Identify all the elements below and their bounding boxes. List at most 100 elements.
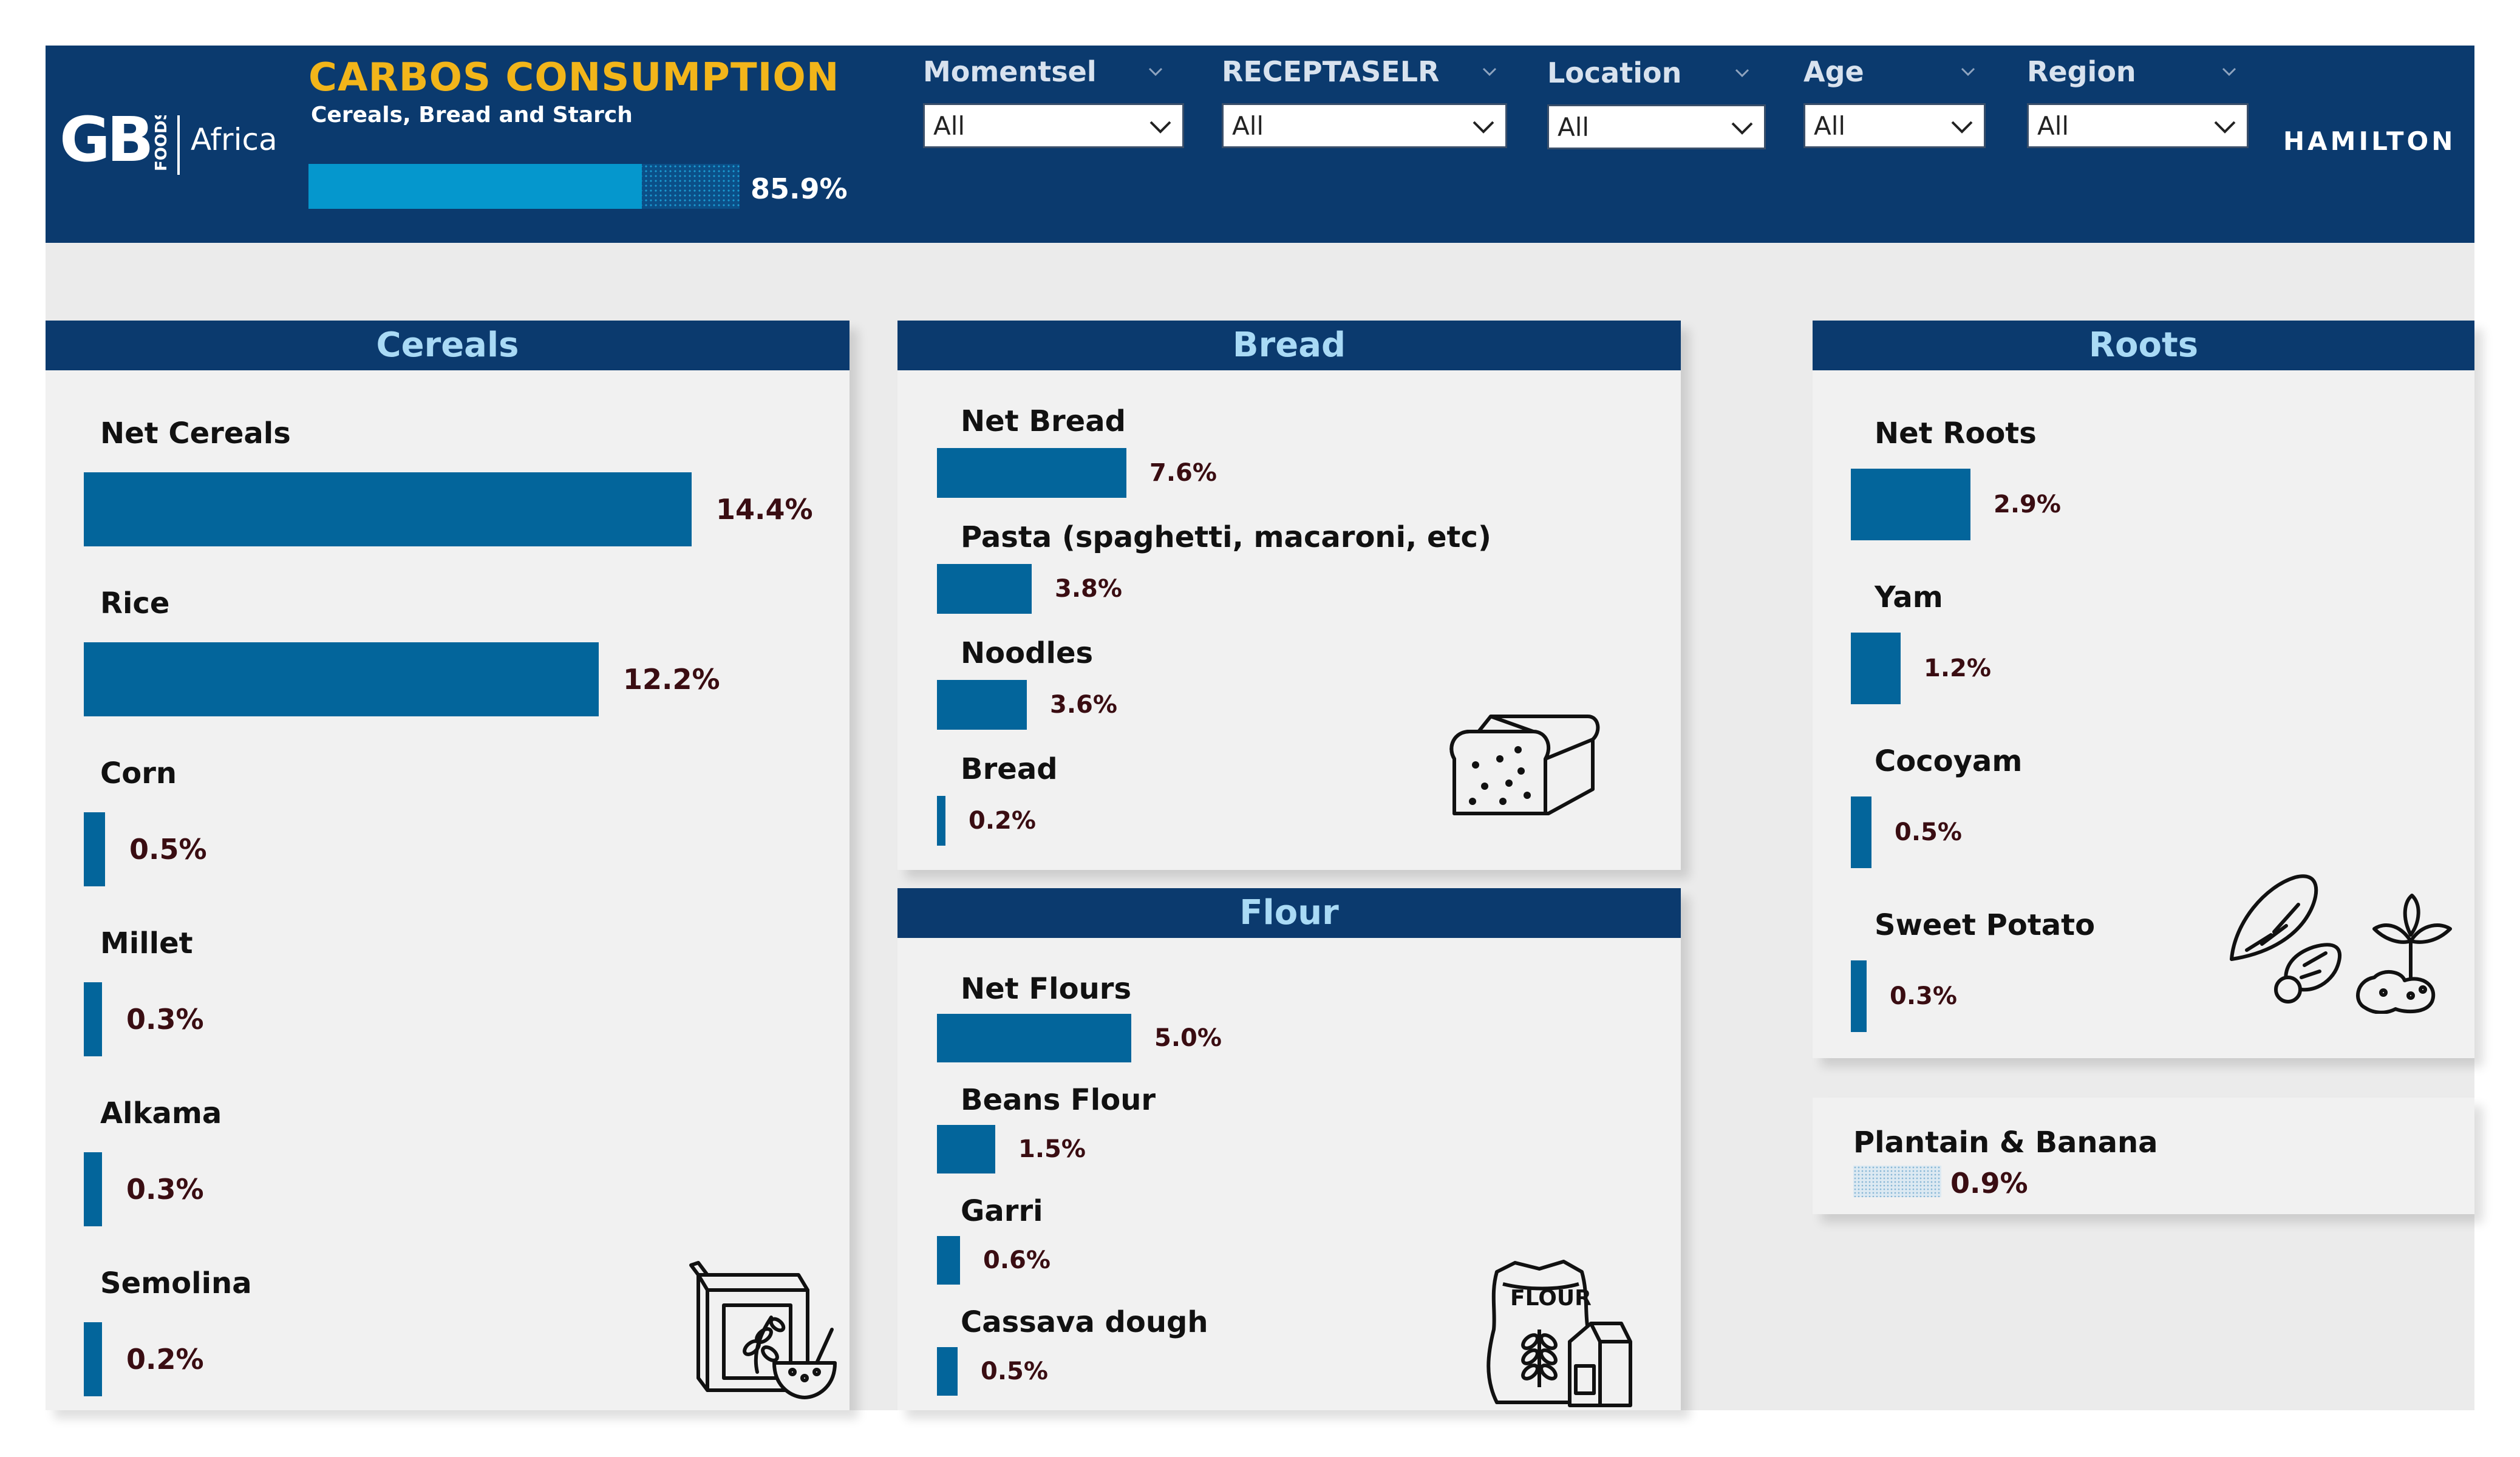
page-subtitle: Cereals, Bread and Starch: [311, 103, 633, 127]
flour-sack-icon: FLOUR: [1486, 1260, 1632, 1407]
plantain-bar: [1853, 1166, 1941, 1197]
bread-loaf-icon: [1449, 715, 1600, 815]
filter-value: All: [1232, 111, 1264, 141]
cereals-item-label: Millet: [100, 926, 193, 960]
store-name: HAMILTON: [2283, 126, 2456, 156]
chevron-down-icon[interactable]: [1734, 65, 1750, 81]
filter-label: Region: [2027, 55, 2136, 88]
cereals-item-value: 0.5%: [129, 833, 207, 866]
flour-item-bar[interactable]: [937, 1347, 958, 1396]
flour-item-label: Beans Flour: [961, 1083, 1156, 1117]
cereals-panel-title: Cereals: [46, 321, 850, 370]
flour-item-bar[interactable]: [937, 1236, 960, 1285]
cereals-item-label: Semolina: [100, 1266, 252, 1300]
brand-divider: [177, 115, 180, 175]
roots-item-bar[interactable]: [1851, 633, 1901, 704]
chevron-down-icon: [1951, 121, 1973, 134]
chevron-down-icon[interactable]: [1482, 64, 1497, 80]
bread-panel-title: Bread: [897, 321, 1681, 370]
bread-item-value: 0.2%: [969, 807, 1036, 835]
roots-panel-title: Roots: [1813, 321, 2474, 370]
flour-panel-title: Flour: [897, 888, 1681, 938]
cereals-item-bar[interactable]: [84, 812, 105, 886]
chevron-down-icon: [1473, 121, 1494, 134]
cereals-item-label: Net Cereals: [100, 416, 291, 450]
flour-item-label: Net Flours: [961, 972, 1132, 1006]
flour-item-value: 1.5%: [1018, 1135, 1086, 1163]
cereals-item-value: 0.3%: [126, 1173, 204, 1206]
progress-value: 85.9%: [751, 172, 848, 205]
filter-value: All: [1814, 111, 1846, 141]
filter-dropdown[interactable]: All: [923, 103, 1184, 148]
cereals-item-label: Corn: [100, 756, 177, 790]
bread-item-bar[interactable]: [937, 448, 1126, 498]
roots-item-value: 1.2%: [1924, 654, 1991, 682]
bread-item-value: 7.6%: [1149, 459, 1217, 487]
roots-vegetables-icon: [2230, 874, 2452, 1014]
bread-item-value: 3.8%: [1055, 575, 1122, 603]
cereals-item-bar[interactable]: [84, 982, 102, 1056]
cereals-item-value: 0.3%: [126, 1003, 204, 1036]
cereals-item-bar[interactable]: [84, 472, 692, 546]
brand-region: Africa: [191, 122, 278, 157]
chevron-down-icon: [2214, 121, 2236, 134]
cereals-item-value: 14.4%: [716, 493, 813, 526]
filter-dropdown[interactable]: All: [1547, 104, 1766, 149]
flour-item-label: Garri: [961, 1194, 1043, 1228]
filter-label: Momentsel: [923, 55, 1097, 88]
cereals-item-value: 12.2%: [623, 663, 720, 696]
cereals-item-bar[interactable]: [84, 642, 599, 716]
roots-item-value: 2.9%: [1994, 491, 2061, 518]
roots-item-label: Cocoyam: [1875, 744, 2023, 778]
cereals-item-label: Alkama: [100, 1096, 222, 1130]
brand-logo: GB: [60, 104, 154, 176]
cereals-item-label: Rice: [100, 586, 170, 620]
flour-item-value: 5.0%: [1154, 1024, 1222, 1052]
filter-dropdown[interactable]: All: [1803, 103, 1986, 148]
filter-value: All: [1558, 112, 1590, 142]
roots-item-value: 0.3%: [1890, 982, 1957, 1010]
roots-item-label: Net Roots: [1875, 416, 2037, 450]
filter-label: Age: [1803, 55, 1864, 88]
cereals-item-value: 0.2%: [126, 1343, 204, 1376]
page-title: CARBOS CONSUMPTION: [308, 55, 840, 100]
bread-item-bar[interactable]: [937, 680, 1027, 730]
cereals-item-bar[interactable]: [84, 1152, 102, 1226]
bread-item-bar[interactable]: [937, 796, 945, 846]
flour-item-bar[interactable]: [937, 1125, 995, 1173]
filter-dropdown[interactable]: All: [1222, 103, 1507, 148]
bread-item-bar[interactable]: [937, 564, 1032, 614]
plantain-label: Plantain & Banana: [1853, 1126, 2158, 1160]
filter-value: All: [933, 111, 965, 141]
flour-item-bar[interactable]: [937, 1014, 1131, 1062]
cereals-item-bar[interactable]: [84, 1322, 102, 1396]
roots-item-label: Sweet Potato: [1875, 908, 2096, 942]
progress-fill: [308, 164, 642, 209]
bread-item-label: Net Bread: [961, 404, 1126, 438]
chevron-down-icon[interactable]: [1960, 64, 1976, 80]
filter-label: Location: [1547, 56, 1682, 89]
flour-item-value: 0.5%: [981, 1357, 1048, 1385]
brand-foods-text: FOODS: [152, 115, 171, 171]
plantain-value: 0.9%: [1950, 1167, 2028, 1200]
roots-item-bar[interactable]: [1851, 960, 1867, 1032]
chevron-down-icon: [1149, 121, 1171, 134]
flour-item-value: 0.6%: [983, 1246, 1051, 1274]
filter-value: All: [2037, 111, 2069, 141]
flour-item-label: Cassava dough: [961, 1305, 1208, 1339]
filter-dropdown[interactable]: All: [2027, 103, 2249, 148]
filter-label: RECEPTASELR: [1222, 55, 1440, 88]
roots-item-bar[interactable]: [1851, 796, 1871, 868]
bread-item-label: Pasta (spaghetti, macaroni, etc): [961, 520, 1491, 554]
roots-item-label: Yam: [1875, 580, 1943, 614]
bread-item-value: 3.6%: [1050, 691, 1117, 719]
chevron-down-icon[interactable]: [1148, 64, 1163, 80]
roots-item-value: 0.5%: [1895, 818, 1962, 846]
brand-foods-mark: FOODS: [152, 115, 171, 171]
chevron-down-icon: [1731, 122, 1753, 135]
cereal-box-icon: [689, 1261, 837, 1399]
bread-item-label: Noodles: [961, 636, 1094, 670]
bread-item-label: Bread: [961, 752, 1058, 786]
chevron-down-icon[interactable]: [2221, 64, 2237, 80]
roots-item-bar[interactable]: [1851, 469, 1970, 540]
